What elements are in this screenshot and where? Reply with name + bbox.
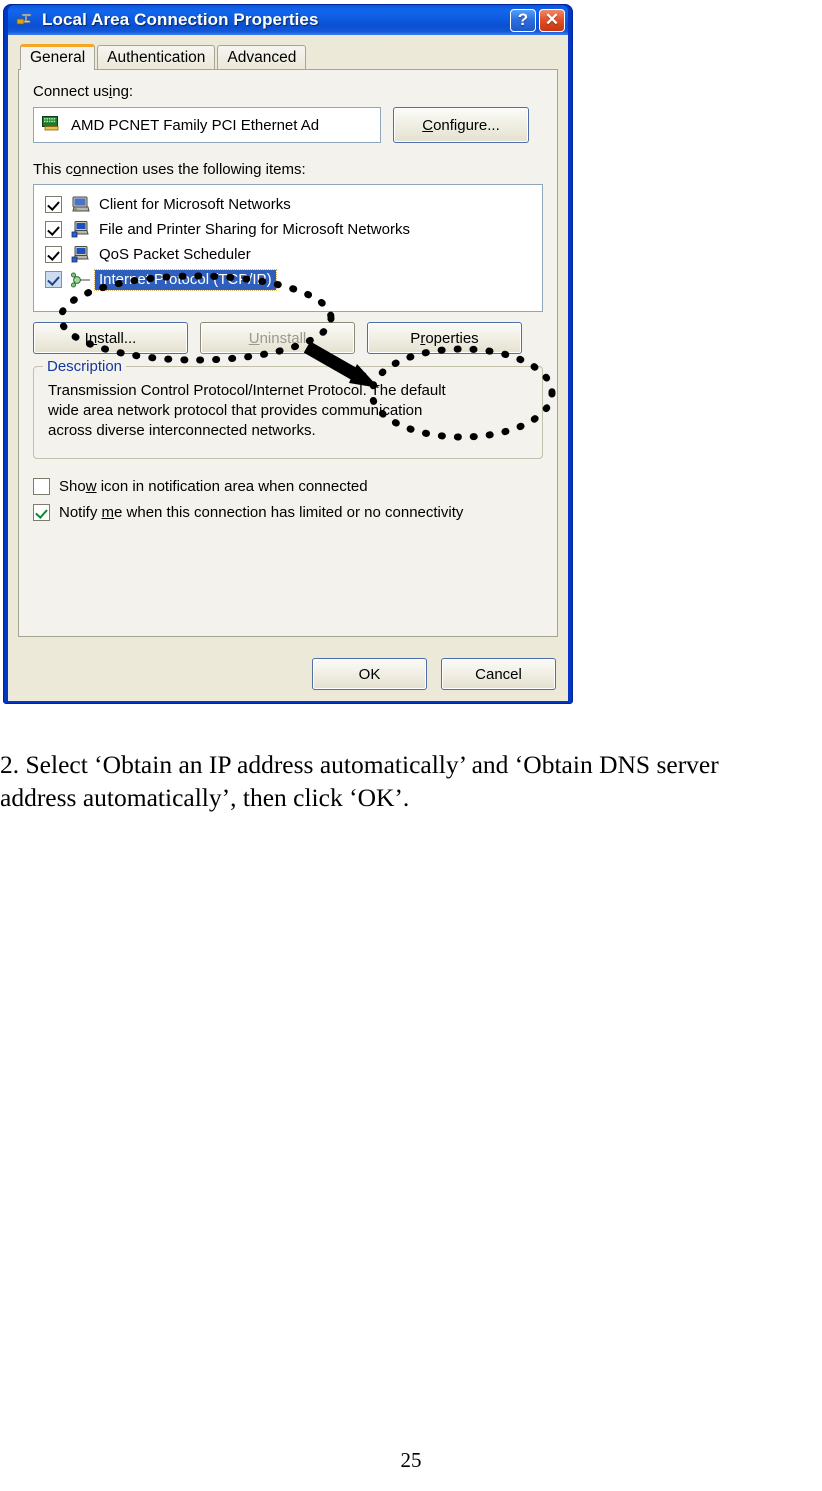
- instruction-paragraph: 2. Select ‘Obtain an IP address automati…: [0, 748, 822, 814]
- network-items-list[interactable]: Client for Microsoft Networks File and P…: [33, 184, 543, 312]
- dialog-body: General Authentication Advanced Connect …: [8, 35, 568, 701]
- description-group: Description Transmission Control Protoco…: [33, 358, 543, 459]
- tab-authentication[interactable]: Authentication: [97, 45, 216, 69]
- adapter-field[interactable]: AMD PCNET Family PCI Ethernet Ad: [33, 107, 381, 143]
- close-button[interactable]: ✕: [539, 8, 565, 32]
- install-button[interactable]: Install...: [33, 322, 188, 354]
- list-item[interactable]: File and Printer Sharing for Microsoft N…: [40, 217, 542, 242]
- item-checkbox[interactable]: [45, 221, 62, 238]
- help-button[interactable]: ?: [510, 8, 536, 32]
- connect-using-row: AMD PCNET Family PCI Ethernet Ad Configu…: [33, 107, 543, 143]
- properties-button[interactable]: Properties: [367, 322, 522, 354]
- dialog-title-bar[interactable]: Local Area Connection Properties ? ✕: [8, 5, 568, 35]
- notify-label: Notify me when this connection has limit…: [59, 503, 464, 521]
- notify-option-row[interactable]: Notify me when this connection has limit…: [33, 499, 543, 525]
- description-line: across diverse interconnected networks.: [48, 422, 316, 439]
- tab-general[interactable]: General: [20, 44, 96, 70]
- description-legend: Description: [43, 358, 127, 375]
- configure-button[interactable]: Configure...: [393, 107, 529, 143]
- uninstall-button[interactable]: Uninstall: [200, 322, 355, 354]
- list-item[interactable]: QoS Packet Scheduler: [40, 242, 542, 267]
- dialog-footer: OK Cancel: [312, 658, 556, 690]
- install-buttons-row: Install... Uninstall Properties: [33, 322, 543, 354]
- local-area-connection-properties-dialog: Local Area Connection Properties ? ✕ Gen…: [3, 4, 573, 704]
- file-sharing-computer-icon: [71, 220, 91, 239]
- description-line: Transmission Control Protocol/Internet P…: [48, 382, 446, 399]
- general-tab-panel: Connect using: AMD PCNET Family PCI Ethe…: [18, 69, 558, 637]
- ok-button[interactable]: OK: [312, 658, 427, 690]
- show-icon-label: Show icon in notification area when conn…: [59, 477, 368, 495]
- client-computer-icon: [71, 196, 91, 214]
- qos-computer-icon: [71, 245, 91, 264]
- tab-strip: General Authentication Advanced: [18, 43, 558, 70]
- show-icon-checkbox[interactable]: [33, 477, 50, 495]
- item-checkbox[interactable]: [45, 246, 62, 263]
- item-checkbox[interactable]: [45, 196, 62, 213]
- items-label: This connection uses the following items…: [33, 161, 306, 178]
- item-label: File and Printer Sharing for Microsoft N…: [99, 221, 410, 238]
- network-adapter-icon: [42, 115, 61, 136]
- item-checkbox[interactable]: [45, 271, 62, 288]
- item-label: Client for Microsoft Networks: [99, 196, 291, 213]
- instruction-line-1: 2. Select ‘Obtain an IP address automati…: [0, 750, 719, 779]
- description-line: wide area network protocol that provides…: [48, 402, 423, 419]
- list-item-internet-protocol[interactable]: Internet Protocol (TCP/IP): [40, 267, 542, 292]
- cancel-button[interactable]: Cancel: [441, 658, 556, 690]
- connect-using-label: Connect using:: [33, 83, 134, 100]
- protocol-node-icon: [70, 271, 91, 289]
- notify-checkbox[interactable]: [33, 503, 50, 521]
- item-label: Internet Protocol (TCP/IP): [94, 268, 277, 291]
- list-item[interactable]: Client for Microsoft Networks: [40, 192, 542, 217]
- instruction-line-2: address automatically’, then click ‘OK’.: [0, 783, 410, 812]
- dialog-title: Local Area Connection Properties: [42, 10, 319, 29]
- show-icon-option-row[interactable]: Show icon in notification area when conn…: [33, 473, 543, 499]
- item-label: QoS Packet Scheduler: [99, 246, 251, 263]
- page-number: 25: [400, 1448, 422, 1472]
- tab-advanced[interactable]: Advanced: [217, 45, 307, 69]
- options-section: Show icon in notification area when conn…: [33, 473, 543, 525]
- network-connection-icon: [16, 11, 34, 29]
- adapter-name: AMD PCNET Family PCI Ethernet Ad: [71, 116, 320, 134]
